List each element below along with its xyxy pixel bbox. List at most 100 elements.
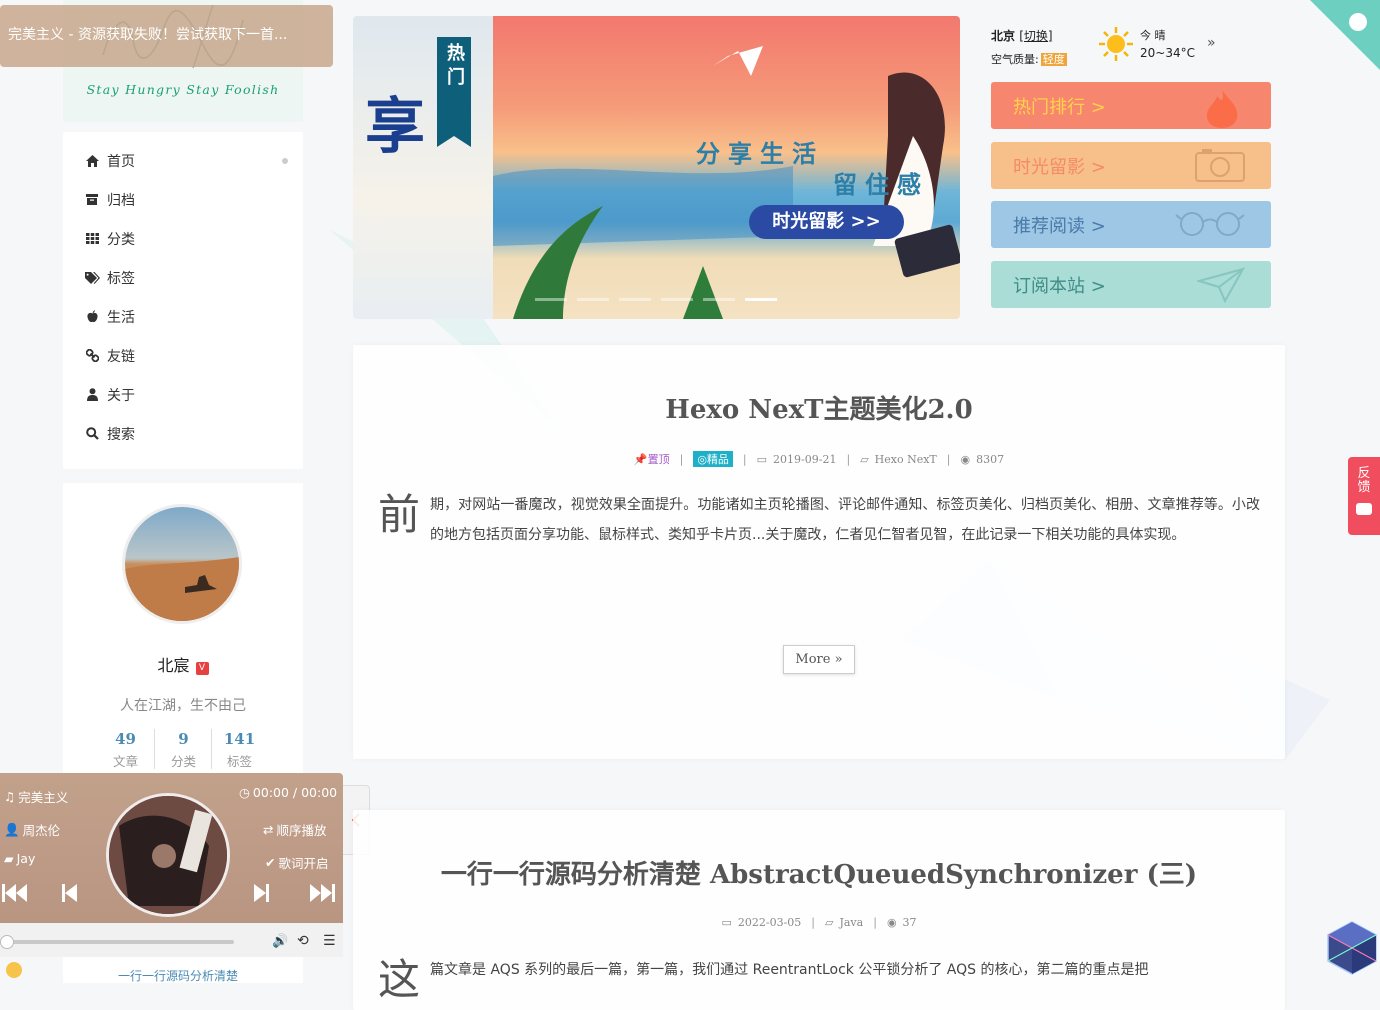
menu-item-label: 友链: [107, 348, 135, 365]
menu-item-categories[interactable]: 分类: [63, 219, 303, 258]
stat-number: 9: [178, 730, 189, 748]
post-date: 2019-09-21: [773, 452, 837, 466]
hero-carousel[interactable]: 享 热门 分享生活 留住感动 时光留影 >>: [353, 16, 960, 319]
menu-item-friends[interactable]: 友链: [63, 336, 303, 375]
post-title[interactable]: Hexo NexT主题美化2.0: [353, 389, 1285, 426]
quick-link-label: 推荐阅读 >: [1013, 215, 1106, 237]
slide-cta-button[interactable]: 时光留影 >>: [749, 205, 904, 239]
stat-tags[interactable]: 141 标签: [211, 730, 268, 770]
weather-temp: 20~34°C: [1140, 46, 1195, 60]
weather-widget: 北京 [切换] 空气质量: 轻度 今 晴 20~34°C »: [991, 24, 1231, 72]
quick-link-label: 热门排行 >: [1013, 96, 1106, 118]
volume-icon[interactable]: 🔊: [272, 934, 288, 949]
meta-separator: |: [846, 452, 851, 466]
first-track-icon[interactable]: [2, 883, 28, 903]
double-chevron-right-icon[interactable]: »: [1207, 35, 1216, 51]
quick-link-photos[interactable]: 时光留影 >: [991, 142, 1271, 189]
clock-icon: ◷: [239, 785, 250, 800]
quick-link-hot[interactable]: 热门排行 >: [991, 82, 1271, 129]
playlist-icon[interactable]: ☰: [323, 933, 336, 949]
menu-item-search[interactable]: 搜索: [63, 414, 303, 453]
last-track-icon[interactable]: [309, 883, 335, 903]
stat-label: 标签: [226, 754, 252, 769]
carousel-dot[interactable]: [703, 298, 735, 301]
post-excerpt-text: 篇文章是 AQS 系列的最后一篇，第一篇，我们通过 ReentrantLock …: [430, 962, 1149, 978]
author-motto: 人在江湖，生不由己: [120, 698, 246, 714]
post-title[interactable]: 一行一行源码分析清楚 AbstractQueuedSynchronizer (三…: [353, 854, 1285, 891]
featured-badge-text: 精品: [706, 453, 729, 466]
glasses-icon: [1175, 212, 1245, 236]
menu-item-label: 生活: [107, 309, 135, 326]
carousel-dot[interactable]: [619, 298, 651, 301]
quick-link-recommended[interactable]: 推荐阅读 >: [991, 201, 1271, 248]
post-dropcap: 这: [378, 955, 421, 1004]
player-progress-bar: 🔊 ⟲ ☰: [0, 923, 343, 957]
post-views: 8307: [976, 452, 1005, 466]
post-excerpt-text: 期，对网站一番魔改，视觉效果全面提升。功能诸如主页轮播图、评论邮件通知、标签页美…: [430, 497, 1260, 543]
menu-item-home[interactable]: 首页: [63, 141, 303, 180]
user-icon: [84, 388, 100, 401]
post-category[interactable]: Java: [839, 916, 863, 929]
play-mode-button[interactable]: ⇄ 顺序播放: [263, 820, 327, 839]
emoji-icon[interactable]: [6, 962, 22, 978]
carousel-prev-slide: 享 热门: [353, 16, 493, 319]
loop-icon[interactable]: ⟲: [297, 933, 309, 949]
album-name-text: Jay: [16, 851, 36, 866]
sun-icon: [1099, 27, 1133, 61]
read-more-button[interactable]: More »: [783, 645, 855, 674]
progress-handle[interactable]: [0, 935, 14, 949]
feedback-text: 反馈: [1357, 466, 1371, 495]
feedback-button[interactable]: 反馈: [1348, 457, 1380, 535]
menu-item-life[interactable]: 生活: [63, 297, 303, 336]
stat-posts[interactable]: 49 文章: [97, 730, 154, 770]
album-cover-disc[interactable]: [106, 793, 230, 917]
recent-post-link[interactable]: 一行一行源码分析清楚: [118, 967, 238, 984]
quick-link-subscribe[interactable]: 订阅本站 >: [991, 261, 1271, 308]
aqi-label: 空气质量:: [991, 53, 1039, 66]
post-date: 2022-03-05: [737, 916, 802, 929]
next-track-icon[interactable]: [253, 883, 269, 903]
lyrics-toggle[interactable]: ✔ 歌词开启: [265, 853, 329, 872]
carousel-dot[interactable]: [661, 298, 693, 301]
stat-categories[interactable]: 9 分类: [155, 730, 212, 770]
author-name-text: 北宸: [157, 656, 190, 675]
weather-city-text: 北京: [991, 29, 1016, 43]
sidebar-menu: 首页 归档 分类 标签 生活 友链 关于 搜索: [63, 132, 303, 469]
carousel-dot[interactable]: [535, 298, 567, 301]
quick-link-label: 时光留影 >: [1013, 156, 1106, 178]
post-meta: ▭ 2022-03-05 | ▱ Java | ◉ 37: [353, 916, 1285, 929]
previous-track-icon[interactable]: [62, 883, 78, 903]
menu-item-label: 标签: [107, 270, 135, 287]
pinned-text: 置顶: [647, 453, 670, 466]
apple-icon: [84, 310, 100, 323]
post-card: 一行一行源码分析清楚 AbstractQueuedSynchronizer (三…: [353, 810, 1285, 1010]
stat-number: 141: [223, 730, 256, 748]
active-indicator: [282, 158, 288, 164]
meta-separator: |: [811, 916, 815, 929]
carousel-dot[interactable]: [577, 298, 609, 301]
menu-item-about[interactable]: 关于: [63, 375, 303, 414]
tags-icon: [84, 271, 100, 284]
progress-track[interactable]: [6, 940, 234, 944]
paper-plane-icon: [1197, 267, 1245, 303]
eye-icon: ◉: [960, 452, 971, 466]
menu-item-tags[interactable]: 标签: [63, 258, 303, 297]
github-corner-icon[interactable]: [1310, 0, 1380, 70]
repeat-icon: ⇄: [263, 822, 274, 837]
check-circle-icon: ✔: [265, 855, 276, 870]
play-time: ◷ 00:00 / 00:00: [239, 785, 337, 800]
post-category[interactable]: Hexo NexT: [875, 453, 937, 466]
avatar[interactable]: [122, 504, 242, 624]
menu-item-label: 首页: [107, 153, 135, 170]
play-time-text: 00:00 / 00:00: [252, 785, 338, 800]
menu-item-archive[interactable]: 归档: [63, 180, 303, 219]
user-plus-icon: 👤: [4, 821, 20, 837]
city-switch-link[interactable]: [切换]: [1019, 29, 1052, 43]
artist-name: 👤 周杰伦: [4, 820, 60, 839]
site-subtitle: Stay Hungry Stay Foolish: [86, 82, 280, 97]
cube-widget-icon[interactable]: [1326, 920, 1378, 976]
grid-icon: [84, 233, 100, 244]
carousel-dot-active[interactable]: [745, 298, 777, 301]
chat-icon: [1356, 503, 1372, 515]
verified-badge: V: [195, 662, 209, 675]
